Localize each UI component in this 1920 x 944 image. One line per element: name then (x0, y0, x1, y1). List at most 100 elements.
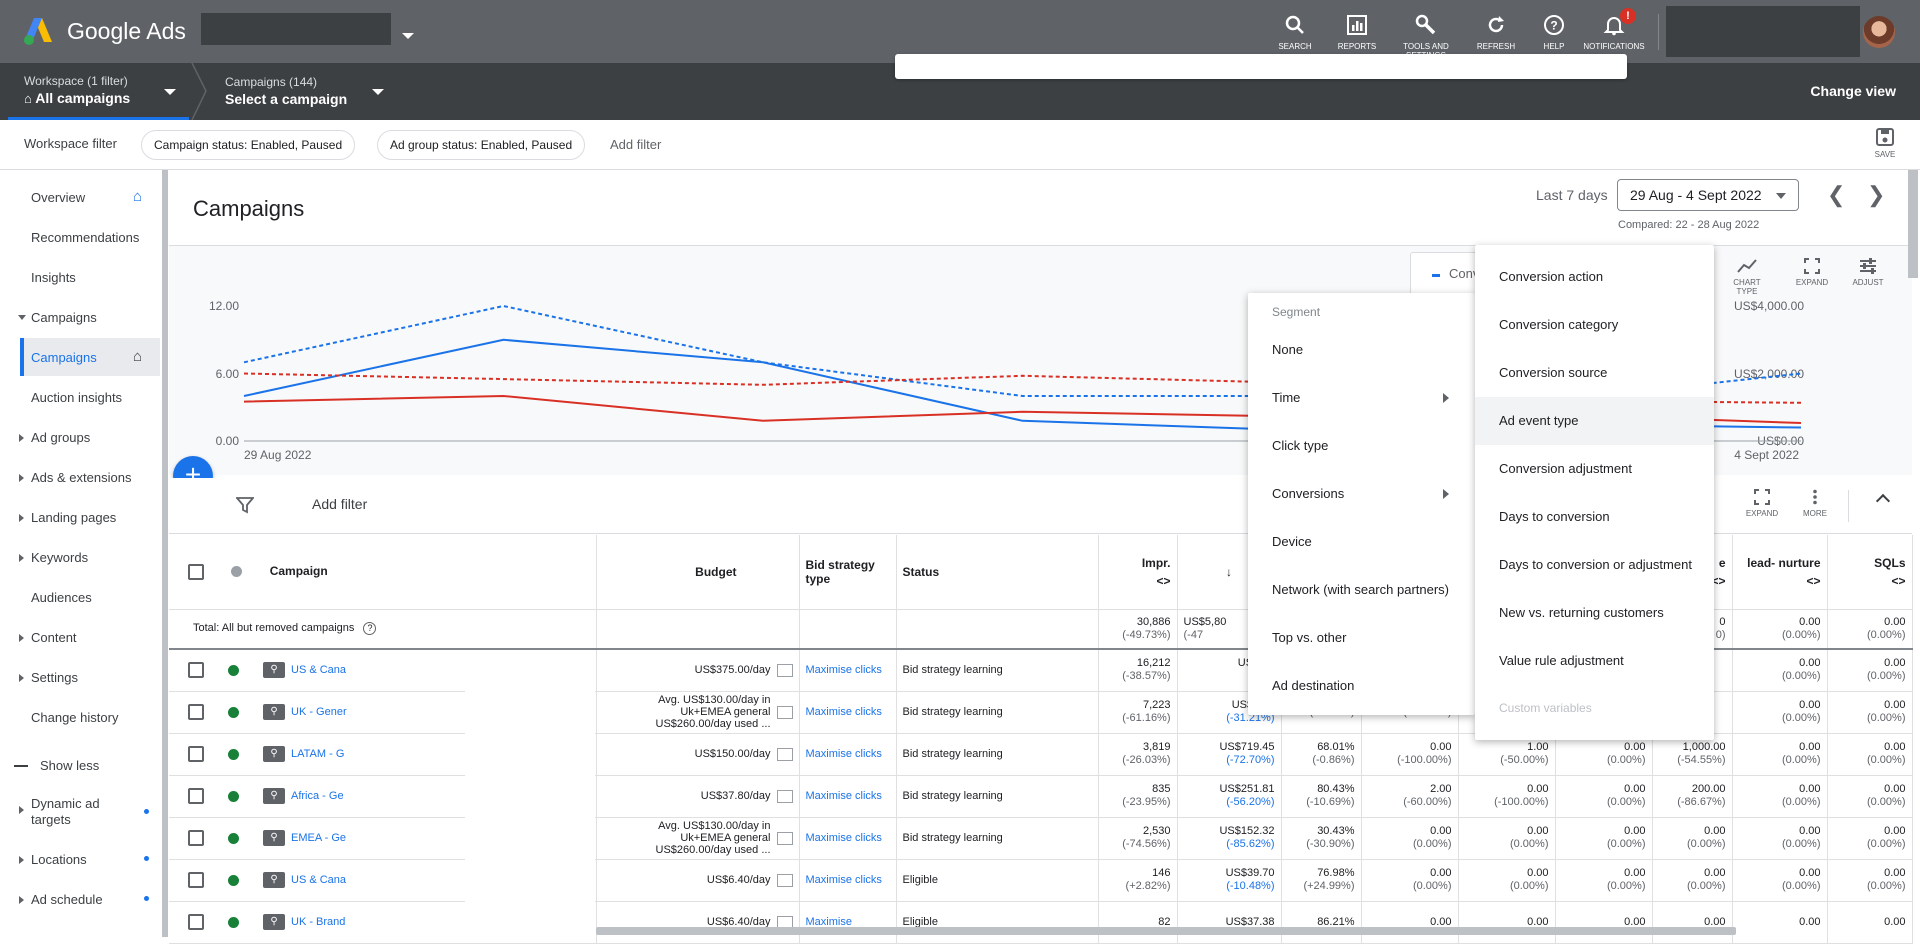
budget-cell[interactable]: Avg. US$130.00/day in Uk+EMEA general US… (596, 691, 800, 734)
add-filter-link[interactable]: Add filter (610, 137, 661, 152)
next-period-arrow-icon[interactable]: ❯ (1867, 182, 1885, 208)
refresh-button[interactable]: REFRESH (1464, 14, 1528, 51)
table-row[interactable]: ⚲ Africa - Ge US$37.80/day Maximise clicks B… (169, 775, 1913, 818)
campaign-selector[interactable]: Campaigns (144) Select a campaign (225, 75, 347, 107)
campaign-name-link[interactable]: LATAM - G (291, 748, 344, 760)
help-icon[interactable]: ? (363, 622, 377, 636)
sidebar-item-insights[interactable]: Insights (0, 270, 160, 290)
budget-cell[interactable]: US$150.00/day (596, 733, 800, 776)
table-horizontal-scrollbar[interactable] (596, 927, 1736, 935)
campaign-name-link[interactable]: US & Cana (291, 874, 346, 886)
show-less-toggle[interactable]: Show less (0, 758, 160, 778)
budget-chart-icon[interactable] (776, 789, 793, 803)
row-checkbox[interactable] (188, 830, 204, 846)
budget-chart-icon[interactable] (776, 705, 793, 719)
ad-group-status-chip[interactable]: Ad group status: Enabled, Paused (377, 130, 586, 160)
account-selector[interactable] (201, 13, 391, 45)
bid-strategy-link[interactable]: Maximise clicks (806, 706, 882, 718)
budget-cell[interactable]: US$6.40/day (596, 859, 800, 902)
conversion-option[interactable]: Value rule adjustment (1499, 653, 1624, 668)
segment-option-time[interactable]: Time (1272, 390, 1300, 405)
row-checkbox[interactable] (188, 746, 204, 762)
budget-cell[interactable]: Avg. US$130.00/day in Uk+EMEA general US… (596, 817, 800, 860)
user-avatar[interactable] (1863, 16, 1895, 48)
conversion-option[interactable]: New vs. returning customers (1499, 605, 1664, 620)
sidebar-item-auction-insights[interactable]: Auction insights (0, 390, 160, 410)
resize-arrows-icon[interactable]: <> (1156, 574, 1170, 588)
bid-strategy-link[interactable]: Maximise (806, 916, 852, 928)
sidebar-item-overview[interactable]: Overview ⌂ (0, 188, 160, 210)
reports-tool-button[interactable]: REPORTS (1325, 14, 1389, 51)
segment-option-ad-destination[interactable]: Ad destination (1272, 678, 1354, 693)
impr-column-header[interactable]: Impr. <> (1098, 535, 1178, 610)
bid-strategy-link[interactable]: Maximise clicks (806, 790, 882, 802)
sidebar-item-dynamic-ad-targets[interactable]: Dynamic ad targets (0, 796, 160, 830)
row-checkbox[interactable] (188, 662, 204, 679)
sidebar-item-change-history[interactable]: Change history (0, 710, 160, 730)
sidebar-item-ad-groups[interactable]: Ad groups (0, 430, 160, 450)
resize-arrows-icon[interactable]: <> (1806, 574, 1820, 588)
sidebar-scrollbar[interactable] (162, 170, 168, 937)
sidebar-item-campaigns-group[interactable]: Campaigns (0, 310, 160, 330)
conversion-option[interactable]: Conversion adjustment (1499, 461, 1632, 476)
campaign-caret-icon[interactable] (372, 89, 384, 95)
row-checkbox[interactable] (188, 914, 204, 930)
campaign-column-header[interactable]: Campaign (169, 535, 597, 610)
filter-icon[interactable] (236, 496, 254, 514)
campaign-name-link[interactable]: UK - Gener (291, 706, 347, 718)
sidebar-item-keywords[interactable]: Keywords (0, 550, 160, 570)
campaign-status-chip[interactable]: Campaign status: Enabled, Paused (141, 130, 356, 160)
chart-expand-button[interactable]: EXPAND (1792, 258, 1832, 287)
workspace-selector[interactable]: Workspace (1 filter) ⌂ All campaigns (8, 63, 189, 120)
sidebar-item-content[interactable]: Content (0, 630, 160, 650)
segment-option-none[interactable]: None (1272, 342, 1303, 357)
budget-cell[interactable]: US$37.80/day (596, 775, 800, 818)
campaign-name-link[interactable]: Africa - Ge (291, 790, 344, 802)
sort-down-arrow-icon[interactable]: ↓ (1226, 565, 1232, 579)
sidebar-item-audiences[interactable]: Audiences (0, 590, 160, 610)
conversion-option[interactable]: Conversion category (1499, 317, 1618, 332)
bid-strategy-link[interactable]: Maximise clicks (806, 664, 882, 676)
budget-column-header[interactable]: Budget (596, 535, 800, 610)
budget-chart-icon[interactable] (776, 663, 793, 677)
bid-strategy-link[interactable]: Maximise clicks (806, 874, 882, 886)
change-view-button[interactable]: Change view (1810, 83, 1896, 99)
row-checkbox[interactable] (188, 788, 204, 804)
search-input[interactable] (895, 54, 1627, 79)
sidebar-item-recommendations[interactable]: Recommendations (0, 230, 160, 250)
sidebar-item-campaigns[interactable]: Campaigns ⌂ (0, 348, 160, 370)
save-button[interactable]: SAVE (1870, 128, 1900, 159)
row-checkbox[interactable] (188, 704, 204, 720)
status-column-header[interactable]: Status (896, 535, 1099, 610)
notifications-button[interactable]: ! NOTIFICATIONS (1582, 8, 1646, 51)
bid-strategy-column-header[interactable]: Bid strategy type (799, 535, 897, 610)
conversion-option[interactable]: Conversion action (1499, 269, 1603, 284)
search-tool-button[interactable]: SEARCH (1263, 14, 1327, 51)
sidebar-item-ad-schedule[interactable]: Ad schedule (0, 892, 160, 912)
segment-option-conversions[interactable]: Conversions (1272, 486, 1344, 501)
row-checkbox[interactable] (188, 872, 204, 888)
add-table-filter[interactable]: Add filter (312, 496, 367, 512)
campaign-name-link[interactable]: UK - Brand (291, 916, 345, 928)
segment-option-top-vs-other[interactable]: Top vs. other (1272, 630, 1346, 645)
segment-option-network[interactable]: Network (with search partners) (1272, 582, 1449, 597)
lead-nurture-column-header[interactable]: lead- nurture <> (1732, 535, 1828, 610)
previous-period-arrow-icon[interactable]: ❮ (1827, 182, 1845, 208)
sidebar-item-settings[interactable]: Settings (0, 670, 160, 690)
chart-adjust-button[interactable]: ADJUST (1848, 258, 1888, 287)
date-range-picker[interactable]: 29 Aug - 4 Sept 2022 (1617, 179, 1799, 211)
table-row[interactable]: ⚲ EMEA - Ge Avg. US$130.00/day in Uk+EMEA … (169, 817, 1913, 860)
conversion-option-highlighted[interactable]: Ad event type (1499, 413, 1579, 428)
sidebar-item-landing-pages[interactable]: Landing pages (0, 510, 160, 530)
segment-option-click-type[interactable]: Click type (1272, 438, 1328, 453)
budget-chart-icon[interactable] (776, 873, 793, 887)
table-expand-button[interactable]: EXPAND (1742, 489, 1782, 518)
sidebar-item-locations[interactable]: Locations (0, 852, 160, 872)
sidebar-item-ads-extensions[interactable]: Ads & extensions (0, 470, 160, 490)
page-vertical-scrollbar[interactable] (1908, 170, 1918, 278)
customer-info-box[interactable] (1666, 6, 1860, 57)
resize-arrows-icon[interactable]: <> (1891, 574, 1905, 588)
campaign-name-link[interactable]: US & Cana (291, 664, 346, 676)
help-button[interactable]: ? HELP (1522, 14, 1586, 51)
table-more-button[interactable]: MORE (1795, 489, 1835, 518)
